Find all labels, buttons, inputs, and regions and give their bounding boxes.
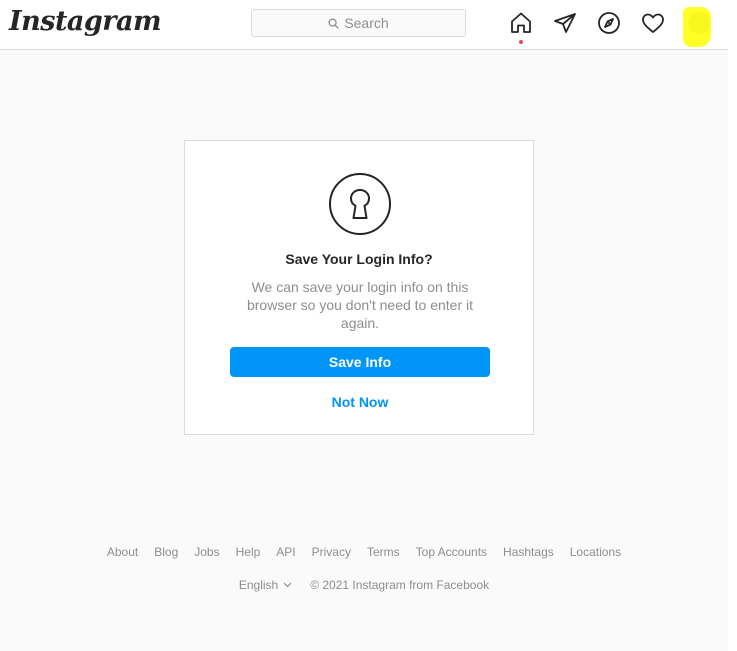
footer-link-help[interactable]: Help: [236, 545, 261, 559]
footer-link-blog[interactable]: Blog: [154, 545, 178, 559]
home-icon[interactable]: [509, 11, 533, 35]
yellow-highlight-mark: [683, 7, 711, 47]
explore-icon[interactable]: [597, 11, 621, 35]
keyhole-lock-icon: [329, 173, 391, 235]
search-placeholder: Search: [344, 15, 389, 31]
footer-link-terms[interactable]: Terms: [367, 545, 400, 559]
home-notification-dot: [519, 40, 523, 44]
footer-links: About Blog Jobs Help API Privacy Terms T…: [0, 545, 728, 559]
footer-link-api[interactable]: API: [276, 545, 295, 559]
chevron-down-icon: [283, 582, 292, 588]
copyright-text: © 2021 Instagram from Facebook: [310, 578, 490, 592]
instagram-logo[interactable]: Instagram: [9, 6, 162, 37]
footer-bottom: English © 2021 Instagram from Facebook: [0, 578, 728, 592]
footer-link-hashtags[interactable]: Hashtags: [503, 545, 554, 559]
save-login-dialog: Save Your Login Info? We can save your l…: [184, 140, 534, 435]
scrollbar[interactable]: [728, 0, 737, 651]
activity-heart-icon[interactable]: [641, 11, 665, 35]
footer-link-privacy[interactable]: Privacy: [312, 545, 351, 559]
dialog-title: Save Your Login Info?: [285, 251, 433, 267]
not-now-button[interactable]: Not Now: [285, 391, 435, 413]
language-label: English: [238, 578, 279, 592]
footer-link-about[interactable]: About: [107, 545, 138, 559]
search-icon: [328, 17, 340, 29]
direct-icon[interactable]: [553, 11, 577, 35]
dialog-description: We can save your login info on this brow…: [246, 279, 474, 331]
footer-link-top-accounts[interactable]: Top Accounts: [416, 545, 487, 559]
top-nav-bar: Instagram Search: [0, 0, 728, 50]
footer-link-jobs[interactable]: Jobs: [194, 545, 219, 559]
search-input[interactable]: Search: [251, 9, 466, 37]
footer-link-locations[interactable]: Locations: [570, 545, 621, 559]
language-selector[interactable]: English: [239, 578, 292, 592]
save-info-button[interactable]: Save Info: [230, 347, 490, 377]
